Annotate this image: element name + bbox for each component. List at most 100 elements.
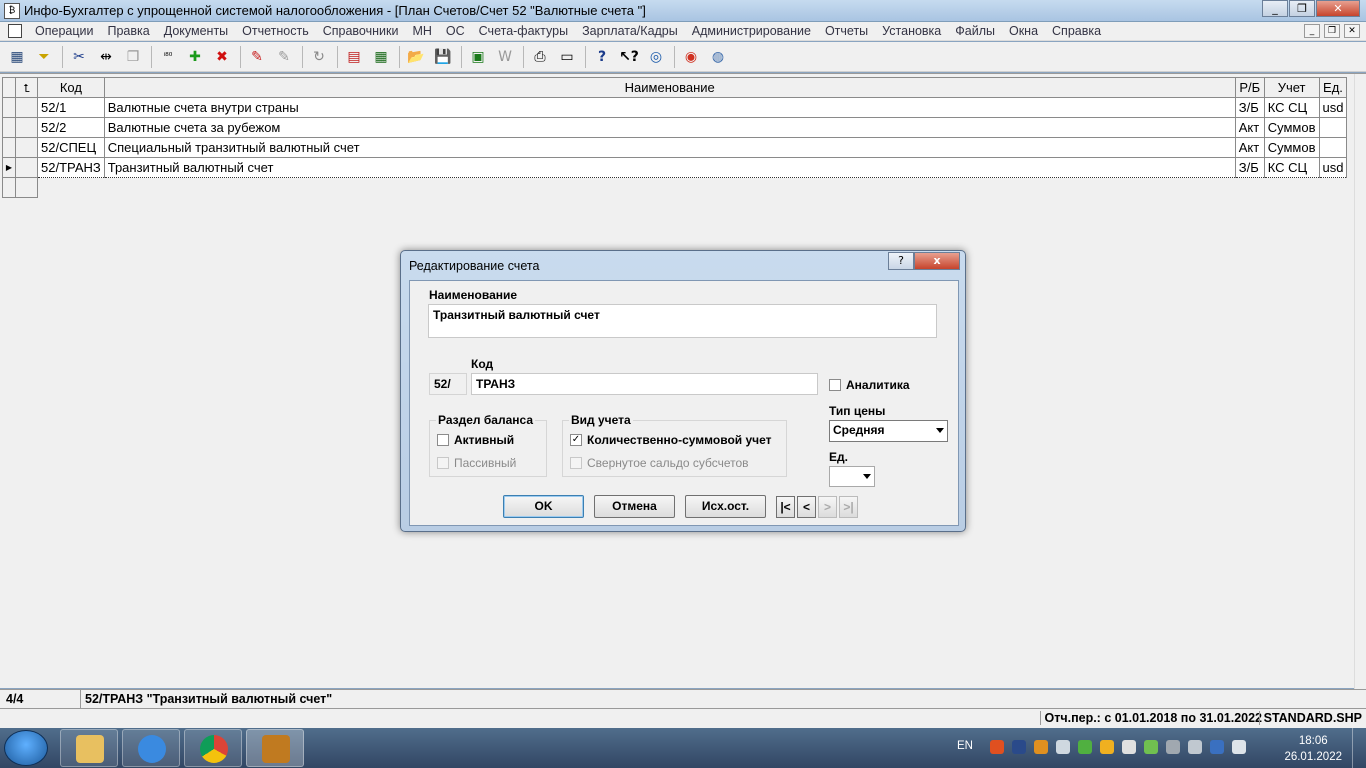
bluetooth-icon[interactable]	[1210, 740, 1224, 754]
menu-reporting[interactable]: Отчетность	[235, 24, 316, 38]
menu-edit[interactable]: Правка	[100, 24, 156, 38]
menu-salary[interactable]: Зарплата/Кадры	[575, 24, 685, 38]
excel-icon[interactable]: ▣	[467, 46, 489, 68]
cell-code[interactable]: 52/2	[37, 117, 105, 138]
cell-code[interactable]: 52/СПЕЦ	[37, 137, 105, 158]
cell-rb[interactable]: Акт	[1234, 117, 1265, 138]
passive-checkbox[interactable]: Пассивный	[437, 456, 516, 470]
menu-invoices[interactable]: Счета-фактуры	[472, 24, 575, 38]
cell-name[interactable]: Валютные счета за рубежом	[103, 117, 1236, 138]
cell-uchet[interactable]: Суммов	[1263, 137, 1320, 158]
compass-icon[interactable]: ◎	[645, 46, 667, 68]
document-icon[interactable]: ▤	[343, 46, 365, 68]
marker-icon[interactable]: ✎	[246, 46, 268, 68]
menu-operations[interactable]: Операции	[28, 24, 100, 38]
show-desktop-button[interactable]	[1352, 728, 1366, 768]
cell-rb[interactable]: З/Б	[1234, 97, 1265, 118]
menu-windows[interactable]: Окна	[1002, 24, 1045, 38]
name-field[interactable]: Транзитный валютный счет	[428, 304, 937, 338]
tray-app-icon[interactable]	[1034, 740, 1048, 754]
menu-files[interactable]: Файлы	[948, 24, 1002, 38]
taskbar-infobuh[interactable]	[246, 729, 304, 767]
delete-icon[interactable]: ✖	[211, 46, 233, 68]
document-icon[interactable]	[8, 24, 22, 38]
cell-uchet[interactable]: КС СЦ	[1263, 97, 1320, 118]
table-row[interactable]: 52/1 Валютные счета внутри страны З/Б КС…	[2, 97, 1348, 118]
web-icon[interactable]: ◍	[707, 46, 729, 68]
folder-up-icon[interactable]: ⮤	[15, 77, 38, 98]
tray-app-icon[interactable]	[1166, 740, 1180, 754]
qty-sum-checkbox[interactable]: ✓ Количественно-суммовой учет	[570, 433, 772, 447]
table-row-empty[interactable]	[2, 177, 1347, 198]
menu-references[interactable]: Справочники	[316, 24, 406, 38]
cell-ed[interactable]: usd	[1318, 157, 1348, 178]
code-field[interactable]: ТРАНЗ	[471, 373, 818, 395]
header-code[interactable]: Код	[37, 77, 105, 98]
unit-select[interactable]	[829, 466, 875, 487]
header-ed[interactable]: Ед.	[1318, 77, 1348, 98]
mdi-close-button[interactable]: ✕	[1344, 24, 1360, 38]
menu-mn[interactable]: МН	[405, 24, 438, 38]
price-type-select[interactable]: Средняя	[829, 420, 948, 442]
table-row[interactable]: 52/2 Валютные счета за рубежом Акт Суммо…	[2, 117, 1348, 138]
split-icon[interactable]: ⇹	[95, 46, 117, 68]
volume-icon[interactable]	[1056, 740, 1070, 754]
cut-icon[interactable]: ✂	[68, 46, 90, 68]
tray-app-icon[interactable]	[1012, 740, 1026, 754]
close-button[interactable]: ✕	[1316, 0, 1360, 17]
report-period[interactable]: Отч.пер.: с 01.01.2018 по 31.01.2022	[1039, 711, 1262, 725]
cell-ed[interactable]: usd	[1318, 97, 1348, 118]
tray-app-icon[interactable]	[990, 740, 1004, 754]
minimize-button[interactable]: _	[1262, 0, 1288, 17]
cell-code[interactable]: 52/ТРАНЗ	[37, 157, 105, 178]
table-row[interactable]: 52/СПЕЦ Специальный транзитный валютный …	[2, 137, 1348, 158]
folded-balance-checkbox[interactable]: Свернутое сальдо субсчетов	[570, 456, 749, 470]
tray-app-icon[interactable]	[1100, 740, 1114, 754]
taskbar-chrome[interactable]	[184, 729, 242, 767]
cell-rb[interactable]: З/Б	[1234, 157, 1265, 178]
dialog-help-button[interactable]: ?	[888, 252, 914, 270]
cell-ed[interactable]	[1318, 137, 1348, 158]
add-icon[interactable]: ✚	[184, 46, 206, 68]
ok-button[interactable]: OK	[503, 495, 584, 518]
menu-admin[interactable]: Администрирование	[685, 24, 818, 38]
nav-last-button[interactable]: >|	[839, 496, 858, 518]
nav-next-button[interactable]: >	[818, 496, 837, 518]
word-icon[interactable]: W	[494, 46, 516, 68]
mdi-restore-button[interactable]: ❐	[1324, 24, 1340, 38]
header-name[interactable]: Наименование	[103, 77, 1236, 98]
tray-app-icon[interactable]	[1188, 740, 1202, 754]
tray-app-icon[interactable]	[1122, 740, 1136, 754]
initial-balance-button[interactable]: Исх.ост.	[685, 495, 766, 518]
nav-prev-button[interactable]: <	[797, 496, 816, 518]
tray-app-icon[interactable]	[1078, 740, 1092, 754]
mdi-minimize-button[interactable]: _	[1304, 24, 1320, 38]
cell-rb[interactable]: Акт	[1234, 137, 1265, 158]
cell-ed[interactable]	[1318, 117, 1348, 138]
header-uchet[interactable]: Учет	[1263, 77, 1320, 98]
taskbar-explorer[interactable]	[60, 729, 118, 767]
menu-help[interactable]: Справка	[1045, 24, 1108, 38]
menu-os[interactable]: ОС	[439, 24, 472, 38]
header-rb[interactable]: Р/Б	[1234, 77, 1265, 98]
clock[interactable]: 18:06 26.01.2022	[1284, 733, 1342, 765]
save-icon[interactable]: 💾	[432, 46, 454, 68]
menu-reports[interactable]: Отчеты	[818, 24, 875, 38]
cell-uchet[interactable]: Суммов	[1263, 117, 1320, 138]
vertical-scrollbar[interactable]	[1354, 74, 1366, 689]
maximize-button[interactable]: ❐	[1289, 0, 1315, 17]
cell-code[interactable]: 52/1	[37, 97, 105, 118]
refresh-icon[interactable]: ↻	[308, 46, 330, 68]
tray-app-icon[interactable]	[1144, 740, 1158, 754]
calculator-icon[interactable]: ▦	[370, 46, 392, 68]
table-row-selected[interactable]: ▶ 52/ТРАНЗ Транзитный валютный счет З/Б …	[2, 157, 1348, 178]
start-button[interactable]	[4, 730, 48, 766]
context-help-icon[interactable]: ↖?	[618, 46, 640, 68]
analytics-checkbox[interactable]: Аналитика	[829, 378, 910, 392]
help-icon[interactable]: ?	[591, 46, 613, 68]
cell-name[interactable]: Валютные счета внутри страны	[103, 97, 1236, 118]
counter-icon[interactable]: ⁱ⁸⁰	[157, 46, 179, 68]
cell-uchet[interactable]: КС СЦ	[1263, 157, 1320, 178]
copy-icon[interactable]: ❐	[122, 46, 144, 68]
print-icon[interactable]: ⎙	[529, 46, 551, 68]
